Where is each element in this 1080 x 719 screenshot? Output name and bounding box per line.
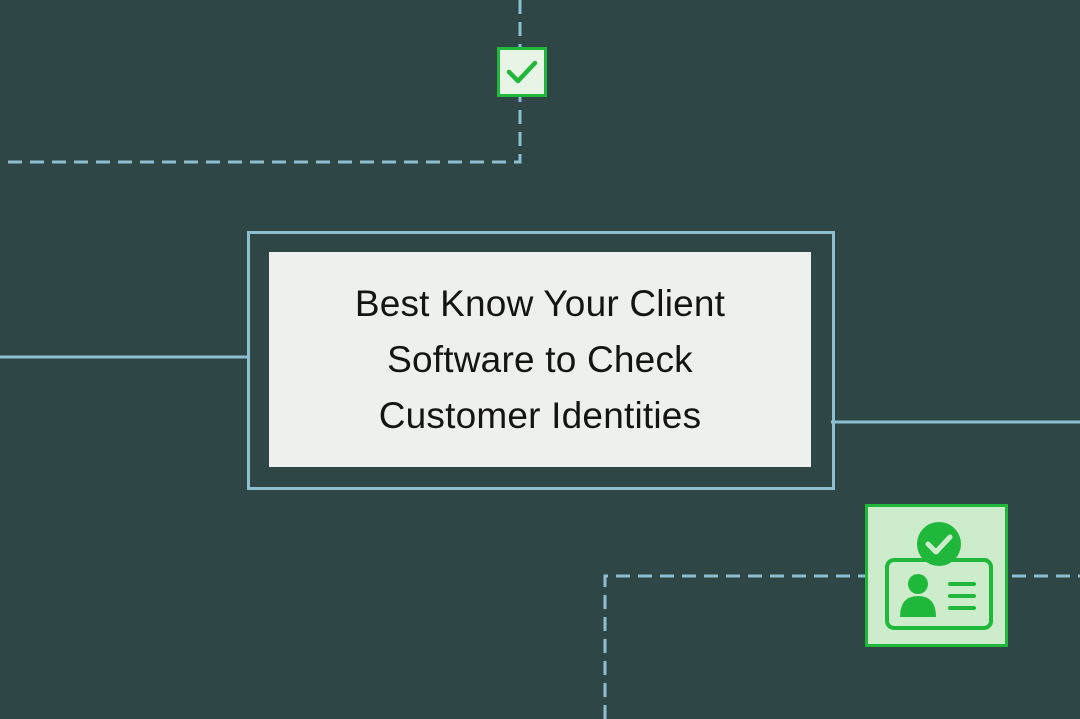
dashed-connector-top bbox=[0, 0, 522, 164]
title-line-1: Best Know Your Client bbox=[354, 282, 726, 324]
title-frame: Best Know Your Client Software to Check … bbox=[247, 231, 835, 490]
checkbox-checked-icon bbox=[497, 47, 547, 97]
title-card: Best Know Your Client Software to Check … bbox=[269, 252, 811, 467]
title-line-3: Customer Identities bbox=[378, 394, 702, 436]
title-line-2: Software to Check bbox=[387, 338, 693, 380]
id-card-verified-icon bbox=[865, 504, 1008, 647]
dashed-connector-bottom bbox=[603, 574, 1080, 719]
